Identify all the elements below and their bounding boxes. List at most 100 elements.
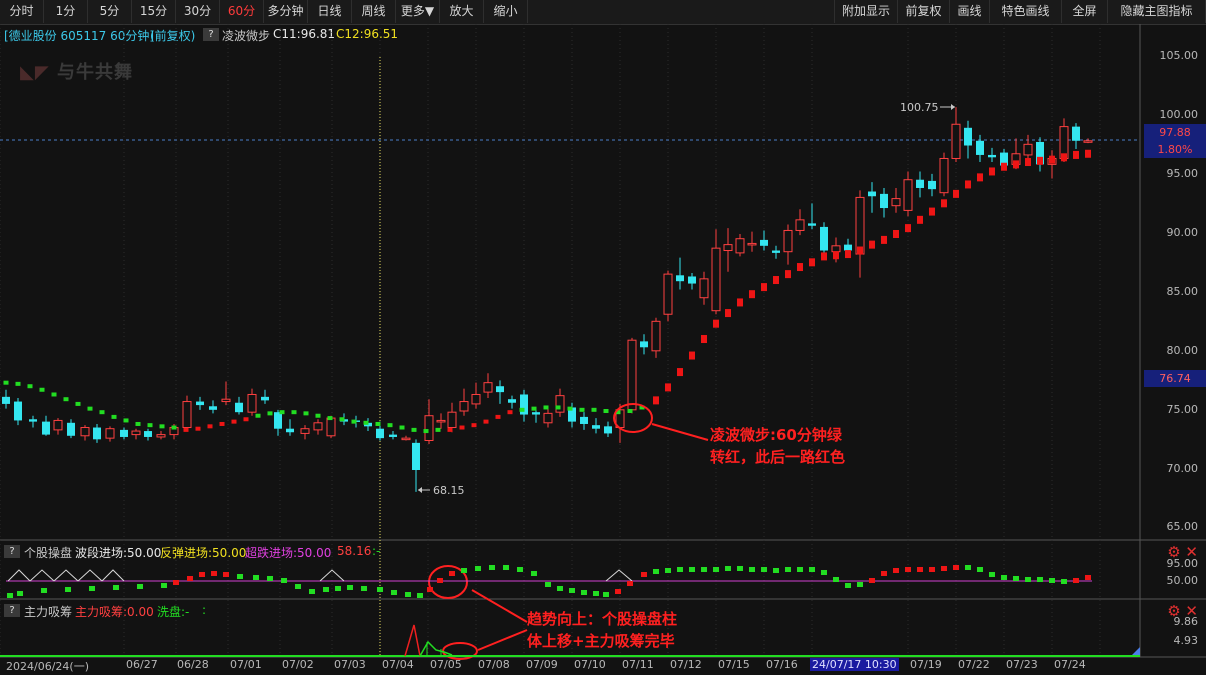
indicator-dot xyxy=(567,406,573,411)
indicator-dot xyxy=(63,397,69,402)
sub1-dot xyxy=(405,592,411,597)
sub2-wash-line xyxy=(419,640,453,657)
indicator-dot xyxy=(459,425,465,430)
candle-body xyxy=(261,396,269,401)
indicator-dot xyxy=(797,263,803,272)
indicator-dot xyxy=(725,309,731,318)
sub1-dot xyxy=(449,571,455,576)
indicator-dot xyxy=(965,180,971,189)
candle-body xyxy=(772,250,780,253)
sub1-help-button[interactable]: ? xyxy=(4,545,20,558)
indicator-dot xyxy=(761,283,767,292)
candle-body xyxy=(53,419,63,431)
indicator-dot xyxy=(665,383,671,392)
candle-body xyxy=(14,401,22,421)
indicator-dot xyxy=(447,427,453,432)
candle-body xyxy=(939,157,949,194)
candle-body xyxy=(209,406,217,410)
sub1-dot xyxy=(581,590,587,595)
indicator-dot xyxy=(713,319,719,328)
sub1-dot xyxy=(361,586,367,591)
price-axis-label: 95.00 xyxy=(1166,167,1199,180)
candle-body xyxy=(376,428,384,439)
indicator-dot xyxy=(833,251,839,260)
kline-chart[interactable] xyxy=(0,0,1206,675)
sub1-dot xyxy=(977,567,983,572)
indicator-dot xyxy=(39,387,45,392)
indicator-dot xyxy=(627,409,633,413)
candle-body xyxy=(988,154,996,158)
candle-body xyxy=(532,412,540,415)
triangle-marker xyxy=(101,569,125,582)
candle-body xyxy=(820,226,828,251)
candle-body xyxy=(783,229,793,253)
candle-body xyxy=(286,428,294,433)
indicator-dot xyxy=(1037,156,1043,165)
sub1-dot xyxy=(1085,575,1091,580)
sub1-dot xyxy=(701,567,707,572)
date-label: 07/12 xyxy=(670,658,702,671)
indicator-dot xyxy=(1013,160,1019,169)
indicator-dot xyxy=(977,173,983,182)
date-label: 07/10 xyxy=(574,658,606,671)
sub1-dot xyxy=(603,592,609,597)
sub1-dot xyxy=(377,587,383,592)
sub1-dot xyxy=(749,567,755,572)
date-label: 07/15 xyxy=(718,658,750,671)
candle-body xyxy=(868,191,876,197)
sub1-dot xyxy=(223,572,229,577)
sub1-dot xyxy=(1073,578,1079,583)
sub1-dot xyxy=(557,586,563,591)
indicator-dot xyxy=(519,407,525,412)
indicator-dot xyxy=(591,407,597,412)
candle-body xyxy=(951,123,961,159)
candle-body xyxy=(891,198,901,207)
candle-body xyxy=(808,223,816,226)
candle-body xyxy=(42,421,50,435)
sub1-dot xyxy=(41,588,47,593)
indicator-dot xyxy=(821,252,827,261)
indicator-dot xyxy=(1001,162,1007,171)
current-price-box: 97.88 xyxy=(1144,124,1206,141)
sub1-dot xyxy=(237,574,243,579)
candle-body xyxy=(555,395,565,413)
sub1-dot xyxy=(929,567,935,572)
candle-body xyxy=(543,412,553,424)
sub1-dot xyxy=(593,591,599,596)
sub1-dot xyxy=(737,566,743,571)
candle-body xyxy=(182,401,192,429)
indicator-dot xyxy=(99,410,105,415)
date-label: 06/28 xyxy=(177,658,209,671)
candle-body xyxy=(447,411,457,429)
candle-body xyxy=(221,398,231,403)
sub1-dot xyxy=(809,567,815,572)
sub1-dot xyxy=(905,567,911,572)
sub1-dot xyxy=(917,567,923,572)
candle-body xyxy=(131,430,141,436)
sub1-dot xyxy=(761,567,767,572)
indicator-dot xyxy=(75,401,81,406)
sub1-dot xyxy=(65,587,71,592)
candle-body xyxy=(313,422,323,431)
indicator-dot xyxy=(183,427,189,432)
sub2-help-button[interactable]: ? xyxy=(4,604,20,617)
indicator-dot xyxy=(1073,150,1079,159)
indicator-dot xyxy=(869,240,875,249)
indicator-dot xyxy=(543,405,549,410)
indicator-dot xyxy=(507,410,513,415)
date-label: 07/01 xyxy=(230,658,262,671)
date-label: 07/04 xyxy=(382,658,414,671)
annotation-1: 凌波微步:60分钟绿 转红，此后一路红色 xyxy=(710,424,845,468)
sub1-dot xyxy=(797,567,803,572)
candle-body xyxy=(1023,143,1033,156)
candle-body xyxy=(1083,140,1093,143)
sub1-dot xyxy=(137,584,143,589)
date-label: 06/27 xyxy=(126,658,158,671)
sub1-dot xyxy=(785,567,791,572)
sub1-dot xyxy=(517,567,523,572)
sub1-dot xyxy=(1061,579,1067,584)
candle-body xyxy=(235,402,243,413)
sub1-dot xyxy=(503,565,509,570)
sub1-value-rebound: 反弹进场:50.00 xyxy=(160,546,247,560)
sub1-value-5: :- xyxy=(372,544,381,558)
